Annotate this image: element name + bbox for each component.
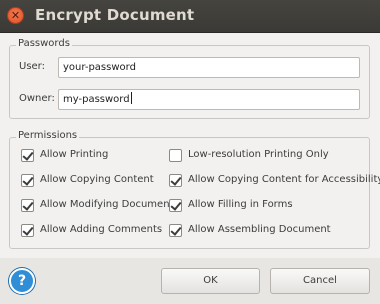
owner-password-field[interactable]: my-password xyxy=(58,89,360,110)
checkbox-label: Allow Modifying Document xyxy=(40,199,174,210)
help-button[interactable]: ? xyxy=(9,268,35,294)
cancel-button[interactable]: Cancel xyxy=(270,268,370,294)
user-password-value: your-password xyxy=(63,62,136,73)
close-button[interactable]: ✕ xyxy=(7,7,24,24)
checkbox-label: Allow Assembling Document xyxy=(188,224,331,235)
checkbox-label: Allow Copying Content xyxy=(40,174,154,185)
checkbox-box xyxy=(21,174,34,187)
ok-button[interactable]: OK xyxy=(161,268,260,294)
text-caret xyxy=(130,92,132,104)
user-label: User: xyxy=(19,61,45,72)
checkbox-box xyxy=(21,149,34,162)
owner-password-value: my-password xyxy=(63,94,130,105)
window-title: Encrypt Document xyxy=(35,6,195,24)
checkbox-box xyxy=(169,199,182,212)
checkbox-label: Low-resolution Printing Only xyxy=(188,149,329,160)
checkbox-box xyxy=(169,224,182,237)
passwords-legend: Passwords xyxy=(16,38,72,49)
checkbox-box xyxy=(169,149,182,162)
encrypt-dialog: ✕ Encrypt Document Passwords User: your-… xyxy=(0,0,380,304)
help-icon: ? xyxy=(17,273,27,289)
title-bar: ✕ Encrypt Document xyxy=(0,0,380,33)
close-icon: ✕ xyxy=(10,9,21,22)
permissions-legend: Permissions xyxy=(16,130,80,141)
checkbox-label: Allow Filling in Forms xyxy=(188,199,293,210)
checkbox-box xyxy=(169,174,182,187)
owner-label: Owner: xyxy=(19,93,55,104)
checkbox-box xyxy=(21,199,34,212)
checkbox-box xyxy=(21,224,34,237)
checkbox-label: Allow Copying Content for Accessibility xyxy=(188,174,380,185)
checkbox-label: Allow Printing xyxy=(40,149,109,160)
checkbox-label: Allow Adding Comments xyxy=(40,224,163,235)
user-password-field[interactable]: your-password xyxy=(58,57,360,78)
